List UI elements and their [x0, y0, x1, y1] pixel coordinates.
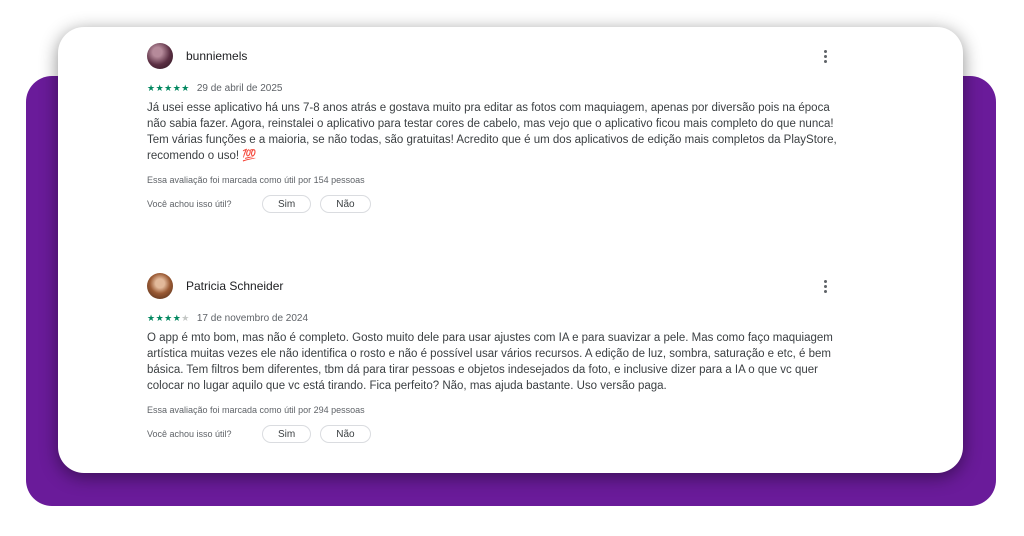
star-icon-filled: ★★★★★ — [147, 82, 190, 93]
review-author: bunniemels — [186, 49, 248, 63]
review-header: Patricia Schneider — [147, 273, 847, 299]
review-author: Patricia Schneider — [186, 279, 284, 293]
star-icon-empty: ★ — [181, 312, 190, 323]
helpful-question: Você achou isso útil? — [147, 429, 232, 439]
yes-button[interactable]: Sim — [262, 195, 312, 213]
avatar — [147, 43, 173, 69]
review-meta: ★★★★★ 17 de novembro de 2024 — [147, 311, 847, 325]
more-options-icon[interactable] — [816, 277, 834, 295]
helpful-row: Você achou isso útil? Sim Não — [147, 195, 847, 213]
helpful-question: Você achou isso útil? — [147, 199, 232, 209]
helpful-count: Essa avaliação foi marcada como útil por… — [147, 175, 365, 185]
review-meta: ★★★★★ 29 de abril de 2025 — [147, 81, 847, 95]
reviews-card: bunniemels ★★★★★ 29 de abril de 2025 Já … — [58, 27, 963, 473]
review-item: bunniemels ★★★★★ 29 de abril de 2025 Já … — [147, 43, 847, 213]
review-header: bunniemels — [147, 43, 847, 69]
avatar — [147, 273, 173, 299]
review-date: 29 de abril de 2025 — [196, 82, 283, 94]
helpful-row: Você achou isso útil? Sim Não — [147, 425, 847, 443]
review-date: 17 de novembro de 2024 — [196, 312, 309, 324]
star-icon-filled: ★★★★ — [147, 312, 182, 323]
star-rating: ★★★★★ — [147, 313, 190, 324]
review-text: Já usei esse aplicativo há uns 7-8 anos … — [147, 102, 837, 162]
no-button[interactable]: Não — [320, 195, 371, 213]
more-options-icon[interactable] — [816, 47, 834, 65]
helpful-count: Essa avaliação foi marcada como útil por… — [147, 405, 365, 415]
no-button[interactable]: Não — [320, 425, 371, 443]
review-item: Patricia Schneider ★★★★★ 17 de novembro … — [147, 273, 847, 443]
yes-button[interactable]: Sim — [262, 425, 312, 443]
star-rating: ★★★★★ — [147, 83, 190, 94]
review-text: O app é mto bom, mas não é completo. Gos… — [147, 332, 833, 392]
